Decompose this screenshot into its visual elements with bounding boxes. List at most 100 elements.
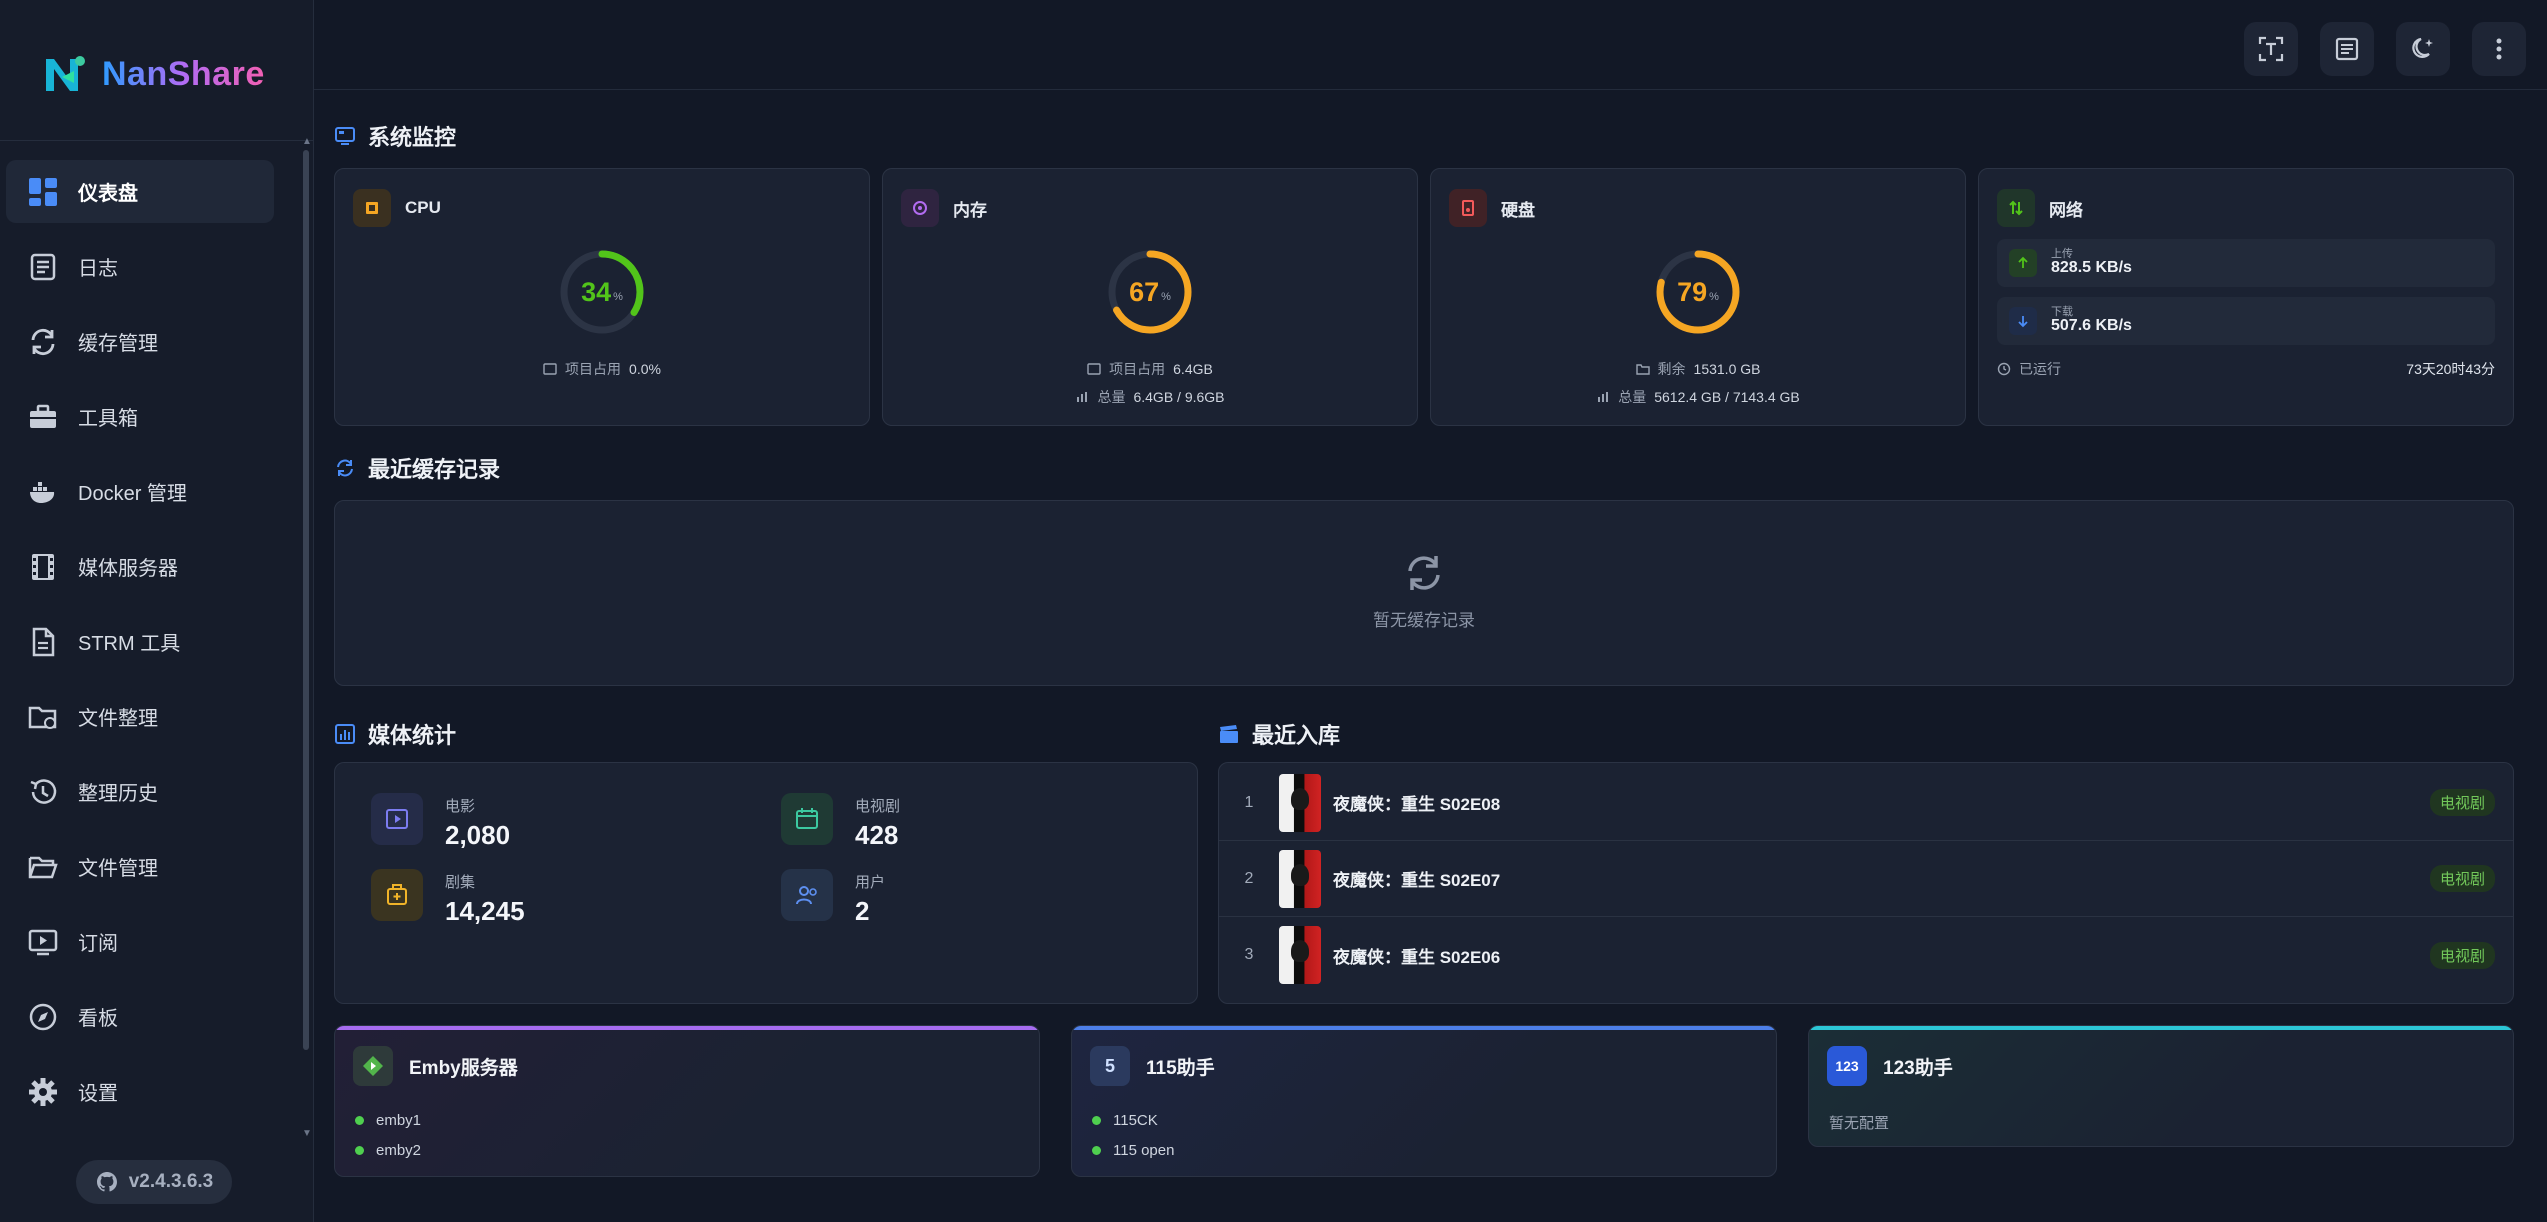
cache-section-title: 最近缓存记录 — [334, 452, 500, 484]
sidebar-item-board[interactable]: 看板 — [6, 985, 274, 1048]
sidebar-item-label: 整理历史 — [78, 783, 158, 805]
s115-icon: 5 — [1090, 1046, 1130, 1086]
text-scan-button[interactable] — [2244, 22, 2298, 76]
disk-gauge: 79% — [1653, 247, 1743, 337]
emby-icon — [353, 1046, 393, 1086]
network-card: 网络 上传 828.5 KB/s 下载 507.6 KB/s 已运行 73天20… — [1978, 168, 2514, 426]
sidebar-item-media-server[interactable]: 媒体服务器 — [6, 535, 274, 598]
folder-open-icon — [26, 850, 60, 884]
cpu-icon — [353, 189, 391, 227]
uptime-value: 73天20时43分 — [2406, 361, 2495, 377]
s123-card[interactable]: 123 123助手 暂无配置 — [1808, 1025, 2514, 1147]
cpu-percent: 34 — [581, 276, 612, 307]
sidebar-item-label: 设置 — [78, 1083, 118, 1105]
uptime-label: 已运行 — [2019, 361, 2061, 377]
sidebar-item-settings[interactable]: 设置 — [6, 1060, 274, 1123]
recent-item-tag: 电视剧 — [2429, 789, 2495, 816]
sidebar-item-toolbox[interactable]: 工具箱 — [6, 385, 274, 448]
film-icon — [26, 550, 60, 584]
s115-account-item[interactable]: 115CK — [1092, 1112, 1158, 1129]
cpu-card: CPU 34% 项目占用 0.0% — [334, 168, 870, 426]
folder-icon — [1635, 364, 1650, 375]
tv-value: 428 — [855, 820, 899, 850]
logo[interactable]: NanShare — [40, 48, 265, 100]
sidebar-item-docker[interactable]: Docker 管理 — [6, 460, 274, 523]
status-dot — [355, 1146, 364, 1155]
moon-icon — [2412, 37, 2433, 58]
sidebar-item-log[interactable]: 日志 — [6, 235, 274, 298]
clock-icon — [1997, 362, 2011, 376]
gear-icon — [26, 1075, 60, 1109]
memory-card: 内存 67% 项目占用 6.4GB 总量 6.4GB / 9.6GB — [882, 168, 1418, 426]
media-stats-section-title: 媒体统计 — [334, 718, 456, 750]
log-icon — [26, 250, 60, 284]
tv-label: 电视剧 — [855, 798, 901, 815]
episodes-label: 剧集 — [445, 874, 476, 891]
sidebar-item-label: 文件管理 — [78, 858, 158, 880]
scroll-up-icon[interactable]: ▲ — [302, 136, 312, 147]
recent-card: 1 夜魔侠：重生 S02E08 电视剧 2 夜魔侠：重生 S02E07 电视剧 … — [1218, 762, 2514, 1004]
memory-total-label: 总量 — [1097, 389, 1126, 405]
disk-card: 硬盘 79% 剩余 1531.0 GB 总量 5612.4 GB / 7143.… — [1430, 168, 1966, 426]
emby-card[interactable]: Emby服务器 emby1 emby2 — [334, 1025, 1040, 1177]
emby-header: Emby服务器 — [353, 1046, 518, 1086]
s115-header: 5 115助手 — [1090, 1046, 1215, 1086]
bar-chart-icon — [1077, 392, 1088, 402]
s123-empty-text: 暂无配置 — [1829, 1115, 1890, 1132]
sidebar-item-file-organize[interactable]: 文件整理 — [6, 685, 274, 748]
cpu-gauge: 34% — [557, 247, 647, 337]
sidebar-item-label: 工具箱 — [78, 408, 138, 430]
emby-title: Emby服务器 — [409, 1057, 518, 1079]
monitor-section-title: 系统监控 — [334, 120, 456, 152]
notes-button[interactable] — [2320, 22, 2374, 76]
memory-icon — [901, 189, 939, 227]
memory-total-value: 6.4GB / 9.6GB — [1133, 389, 1225, 405]
memory-percent-unit: % — [1161, 291, 1171, 303]
more-menu-button[interactable] — [2472, 22, 2526, 76]
emby-server-item[interactable]: emby1 — [355, 1112, 421, 1129]
theme-toggle-button[interactable] — [2396, 22, 2450, 76]
emby-server-name: emby2 — [376, 1142, 422, 1159]
emby-server-item[interactable]: emby2 — [355, 1142, 421, 1159]
upload-value: 828.5 KB/s — [2051, 259, 2132, 276]
recent-section-title: 最近入库 — [1218, 718, 1340, 750]
compass-icon — [26, 1000, 60, 1034]
subscribe-icon — [26, 925, 60, 959]
sidebar-item-history[interactable]: 整理历史 — [6, 760, 274, 823]
memory-header: 内存 — [901, 189, 987, 227]
project-icon — [1087, 363, 1101, 375]
sidebar-item-strm[interactable]: STRM 工具 — [6, 610, 274, 673]
status-dot — [355, 1116, 364, 1125]
users-icon — [781, 869, 833, 921]
cache-empty-text: 暂无缓存记录 — [1373, 611, 1475, 630]
recent-item[interactable]: 1 夜魔侠：重生 S02E08 电视剧 — [1219, 765, 2513, 841]
uptime-label-group: 已运行 — [1997, 359, 2061, 379]
emby-server-name: emby1 — [376, 1112, 422, 1129]
sync-icon — [337, 459, 353, 477]
sidebar-item-dashboard[interactable]: 仪表盘 — [6, 160, 274, 223]
status-dot — [1092, 1116, 1101, 1125]
disk-label: 硬盘 — [1501, 200, 1535, 220]
stat-users: 用户 2 — [781, 869, 885, 927]
scroll-down-icon[interactable]: ▼ — [302, 1128, 312, 1139]
memory-project-label: 项目占用 — [1109, 361, 1166, 377]
sidebar-item-cache[interactable]: 缓存管理 — [6, 310, 274, 373]
recent-item[interactable]: 2 夜魔侠：重生 S02E07 电视剧 — [1219, 841, 2513, 917]
cpu-project-label: 项目占用 — [565, 361, 622, 377]
sidebar-item-subscribe[interactable]: 订阅 — [6, 910, 274, 973]
sidebar-item-file-manager[interactable]: 文件管理 — [6, 835, 274, 898]
media-stats-title-text: 媒体统计 — [368, 723, 457, 748]
recent-item-title: 夜魔侠：重生 S02E07 — [1333, 871, 1501, 890]
more-vertical-icon — [2496, 38, 2502, 60]
stat-tv: 电视剧 428 — [781, 793, 900, 851]
s115-account-item[interactable]: 115 open — [1092, 1142, 1174, 1159]
disk-free: 剩余 1531.0 GB — [1431, 359, 1965, 379]
poster-thumbnail — [1279, 926, 1321, 984]
s115-card[interactable]: 5 115助手 115CK 115 open — [1071, 1025, 1777, 1177]
s123-accent-bar — [1809, 1026, 2513, 1030]
cpu-project-usage: 项目占用 0.0% — [335, 359, 869, 379]
sidebar-scrollbar[interactable] — [303, 150, 309, 1050]
recent-item[interactable]: 3 夜魔侠：重生 S02E06 电视剧 — [1219, 917, 2513, 993]
version-badge[interactable]: v2.4.3.6.3 — [76, 1160, 232, 1204]
movies-label: 电影 — [445, 798, 476, 815]
